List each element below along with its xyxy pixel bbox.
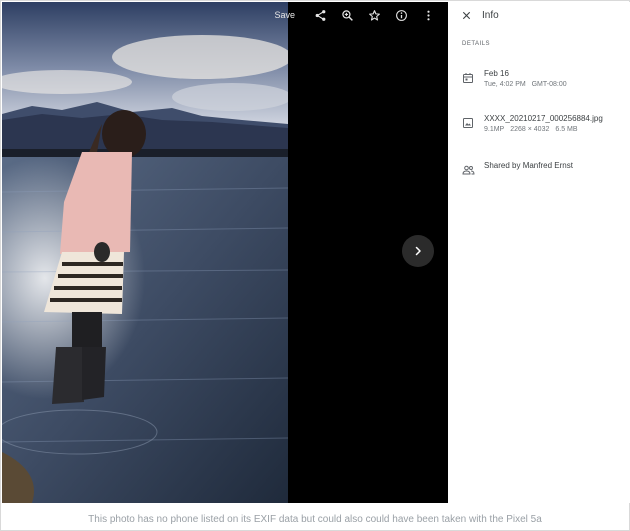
more-vert-icon[interactable] <box>421 8 436 23</box>
zoom-in-icon[interactable] <box>340 8 355 23</box>
photo-caption: This photo has no phone listed on its EX… <box>88 514 542 525</box>
file-megapixels: 9.1MP <box>484 126 505 133</box>
info-icon[interactable] <box>394 8 409 23</box>
shared-by-text: Shared by Manfred Ernst <box>484 161 573 170</box>
details-section-label: DETAILS <box>462 41 491 47</box>
date-secondary: Tue, 4:02 PM GMT-08:00 <box>484 81 567 88</box>
file-meta: 9.1MP 2268 × 4032 6.5 MB <box>484 124 603 135</box>
people-icon <box>462 163 475 175</box>
star-icon[interactable] <box>367 8 382 23</box>
file-dimensions: 2268 × 4032 <box>510 126 550 133</box>
viewer-toolbar: Save <box>274 6 436 24</box>
file-size: 6.5 MB <box>555 126 578 133</box>
chevron-right-icon <box>415 246 421 256</box>
image-icon <box>462 116 474 128</box>
share-icon[interactable] <box>313 8 328 23</box>
photo[interactable] <box>2 2 288 503</box>
date-primary: Feb 16 <box>484 69 509 78</box>
info-panel: Info DETAILS Feb 16 Tue, 4:02 PM GMT-08:… <box>448 2 630 503</box>
window-frame: Save Info DETAILS Feb 16 Tue, 4:02 PM GM… <box>0 0 630 531</box>
shared-row: Shared by Manfred Ernst <box>462 160 573 175</box>
file-row: XXXX_20210217_000256884.jpg 9.1MP 2268 × … <box>462 113 603 135</box>
calendar-icon <box>462 71 474 83</box>
photo-image <box>2 2 288 503</box>
close-icon[interactable] <box>461 10 472 21</box>
save-button[interactable]: Save <box>274 10 295 20</box>
next-photo-button[interactable] <box>402 235 434 267</box>
photo-viewer: Save <box>2 2 448 503</box>
info-panel-title: Info <box>482 9 499 21</box>
info-panel-header: Info <box>461 8 499 22</box>
file-name: XXXX_20210217_000256884.jpg <box>484 114 603 123</box>
date-row: Feb 16 Tue, 4:02 PM GMT-08:00 <box>462 68 567 90</box>
